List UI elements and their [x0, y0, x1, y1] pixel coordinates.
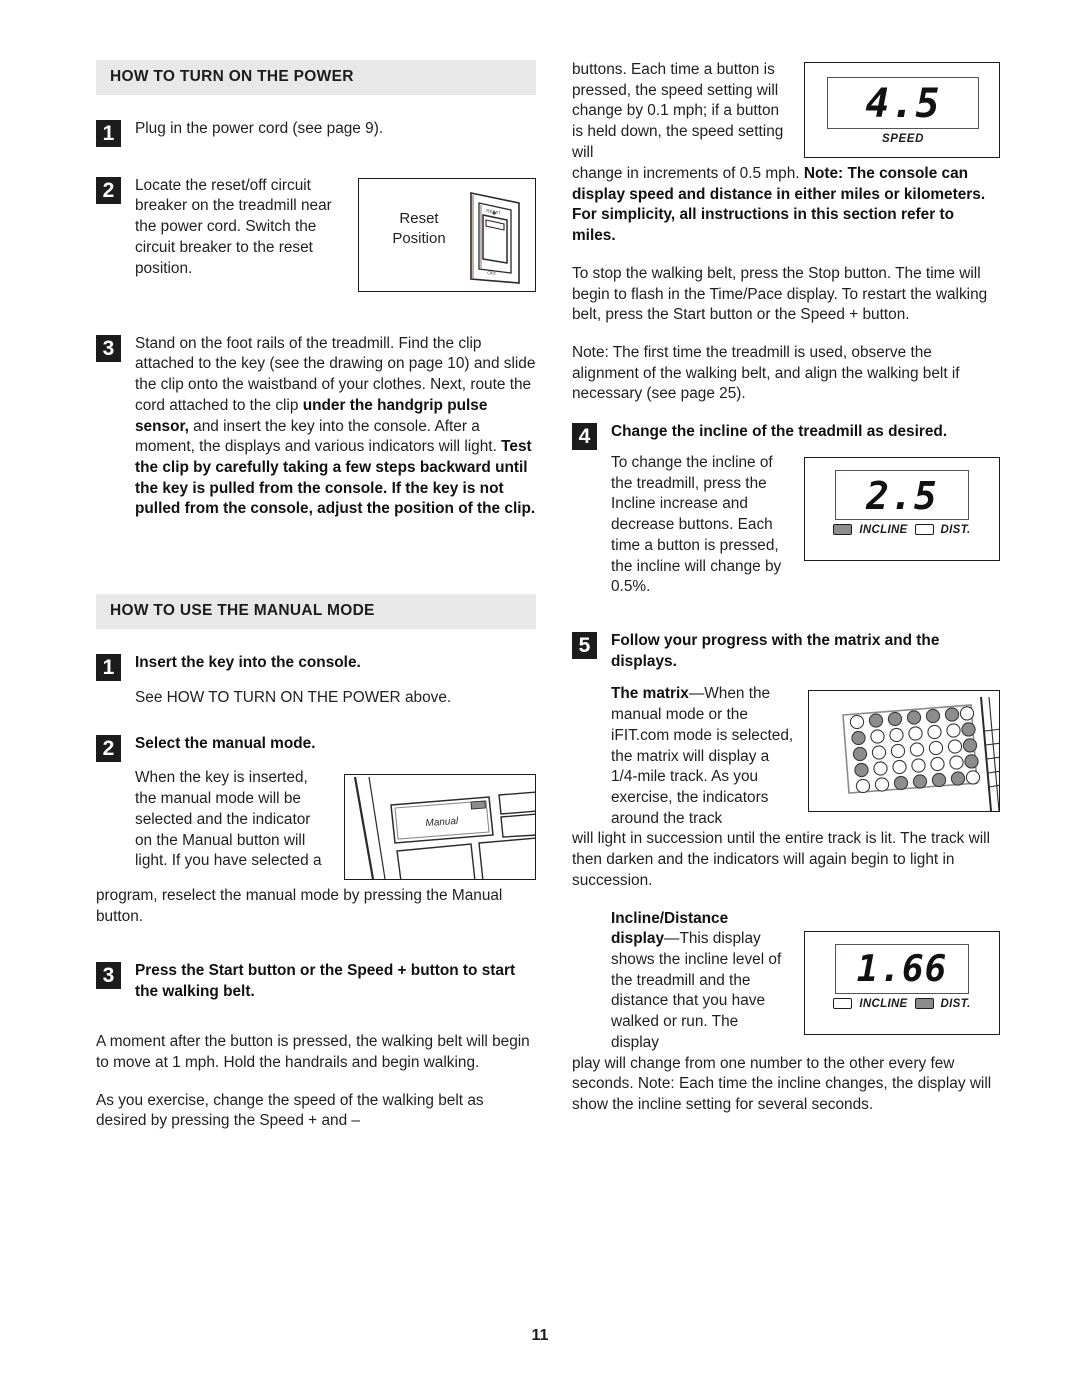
step-manual-2: 2 Select the manual mode.	[96, 734, 536, 762]
right-para-note: Note: The first time the treadmill is us…	[572, 344, 960, 403]
matrix-figure	[808, 690, 1000, 813]
incline-led-label: INCLINE	[859, 997, 908, 1010]
step-power-1: 1 Plug in the power cord (see page 9).	[96, 119, 536, 147]
incdist-lcd-panel: 1.66	[835, 943, 969, 994]
speed-continued-block: 4.5 SPEED buttons. Each time a button is…	[572, 60, 1000, 164]
dist-led-icon	[914, 524, 934, 536]
step-number-badge: 2	[96, 734, 121, 762]
step-manual-3-para1: A moment after the button is pressed, th…	[96, 1033, 530, 1071]
step-power-3-part2: and insert the key into the console. Aft…	[135, 417, 502, 456]
incdist-indicator-row: INCLINE DIST.	[805, 998, 999, 1010]
section-heading-manual-mode: HOW TO USE THE MANUAL MODE	[96, 594, 536, 630]
step-number-badge: 1	[96, 120, 121, 147]
incdist-block: 1.66 INCLINE DIST. Incline/Distance disp…	[572, 909, 1000, 1054]
step-manual-1-title: Insert the key into the console.	[135, 653, 536, 674]
incdist-body-text: —This display shows the incline level of…	[611, 930, 782, 1051]
step-manual-1-bold: Insert the key into the console.	[135, 654, 361, 672]
step-power-3: 3 Stand on the foot rails of the treadmi…	[96, 334, 536, 520]
matrix-bold: The matrix	[611, 685, 689, 703]
reset-label-line1: Reset	[399, 209, 439, 227]
left-column: HOW TO TURN ON THE POWER 1 Plug in the p…	[96, 60, 536, 1149]
incline-led-label: INCLINE	[859, 523, 908, 536]
console-manual-button-icon: Manual	[353, 777, 535, 880]
speed-display-figure: 4.5 SPEED	[804, 62, 1000, 158]
step-manual-1-body: See HOW TO TURN ON THE POWER above.	[135, 688, 452, 706]
incdist-heading-line: Incline/Distance	[572, 909, 1000, 930]
step-manual-2-body-full: program, reselect the manual mode by pre…	[96, 887, 503, 926]
incdist-value: 1.66	[856, 948, 948, 990]
incdist-bold-line1: Incline/Distance	[611, 909, 729, 927]
step-power-1-text: Plug in the power cord (see page 9).	[135, 120, 384, 137]
step-manual-3-title: Press the Start button or the Speed + bu…	[135, 961, 536, 1002]
dist-led-label: DIST.	[940, 997, 971, 1010]
reset-label-line2: Position	[392, 229, 446, 247]
step-number-badge: 3	[96, 961, 121, 989]
page-number: 11	[531, 1327, 549, 1344]
incline-led-icon	[833, 998, 853, 1010]
right-column: 4.5 SPEED buttons. Each time a button is…	[572, 60, 1000, 1133]
incline-led-icon	[833, 524, 853, 536]
step-manual-3-para2: As you exercise, change the speed of the…	[96, 1091, 484, 1130]
step-power-3-text: Stand on the foot rails of the treadmill…	[135, 334, 536, 520]
step-manual-2-bold: Select the manual mode.	[135, 734, 316, 752]
step-number-badge: 3	[96, 334, 121, 362]
step-right-4-title: Change the incline of the treadmill as d…	[611, 422, 1000, 443]
manual-button-figure: Manual	[344, 774, 536, 881]
dist-led-label: DIST.	[940, 523, 971, 536]
matrix-block: The matrix—When the manual mode or the i…	[572, 684, 1000, 829]
step-number-badge: 1	[96, 654, 121, 682]
step-manual-2-title: Select the manual mode.	[135, 734, 536, 755]
step-number-badge: 5	[572, 631, 597, 659]
step-right-5-bold: Follow your progress with the matrix and…	[611, 631, 940, 670]
document-page: HOW TO TURN ON THE POWER 1 Plug in the p…	[0, 0, 1080, 1397]
step-right-5-title: Follow your progress with the matrix and…	[611, 631, 1000, 672]
step-manual-1: 1 Insert the key into the console.	[96, 653, 536, 682]
console-matrix-icon	[842, 697, 999, 812]
incline-lcd-panel: 2.5	[835, 469, 969, 520]
step-number-badge: 2	[96, 176, 121, 204]
speed-value: 4.5	[865, 81, 941, 127]
incline-indicator-row: INCLINE DIST.	[805, 524, 999, 536]
step-number-badge: 4	[572, 423, 597, 451]
right-continued-full: change in increments of 0.5 mph. Note: T…	[572, 164, 1000, 247]
reset-switch-figure: Reset Position RESET OFF	[358, 177, 536, 292]
matrix-body-full: will light in succession until the entir…	[572, 830, 990, 889]
incline-distance-display-figure: 1.66 INCLINE DIST.	[804, 930, 1000, 1035]
dist-led-icon	[914, 998, 934, 1010]
section-heading-power: HOW TO TURN ON THE POWER	[96, 60, 536, 95]
incdist-bold-line2: display	[611, 930, 665, 948]
speed-caption: SPEED	[882, 133, 924, 145]
step-manual-3-bold: Press the Start button or the Speed + bu…	[135, 961, 516, 1000]
reset-figure-label: Reset Position	[373, 209, 465, 250]
right-para-stop: To stop the walking belt, press the Stop…	[572, 264, 988, 324]
incline-value: 2.5	[866, 473, 938, 518]
svg-text:Manual: Manual	[425, 816, 459, 829]
matrix-body-text: —When the manual mode or the iFIT.com mo…	[611, 685, 794, 827]
step-right-4-body-block: 2.5 INCLINE DIST. To change the incline …	[572, 453, 1000, 615]
step-power-2: 2 Reset Position RESET	[96, 176, 536, 298]
step-right-5: 5 Follow your progress with the matrix a…	[572, 631, 1000, 672]
incline-display-figure: 2.5 INCLINE DIST.	[804, 456, 1000, 561]
incdist-body-full: play will change from one number to the …	[572, 1054, 992, 1114]
step-right-4: 4 Change the incline of the treadmill as…	[572, 422, 1000, 451]
speed-lcd-panel: 4.5	[827, 77, 979, 129]
step-manual-2-body-block: Manual When the key is inserted, the man…	[96, 768, 536, 886]
step-manual-3: 3 Press the Start button or the Speed + …	[96, 961, 536, 1002]
step-right-4-bold: Change the incline of the treadmill as d…	[611, 423, 948, 441]
right-continued-pre: change in increments of 0.5 mph.	[572, 165, 804, 182]
